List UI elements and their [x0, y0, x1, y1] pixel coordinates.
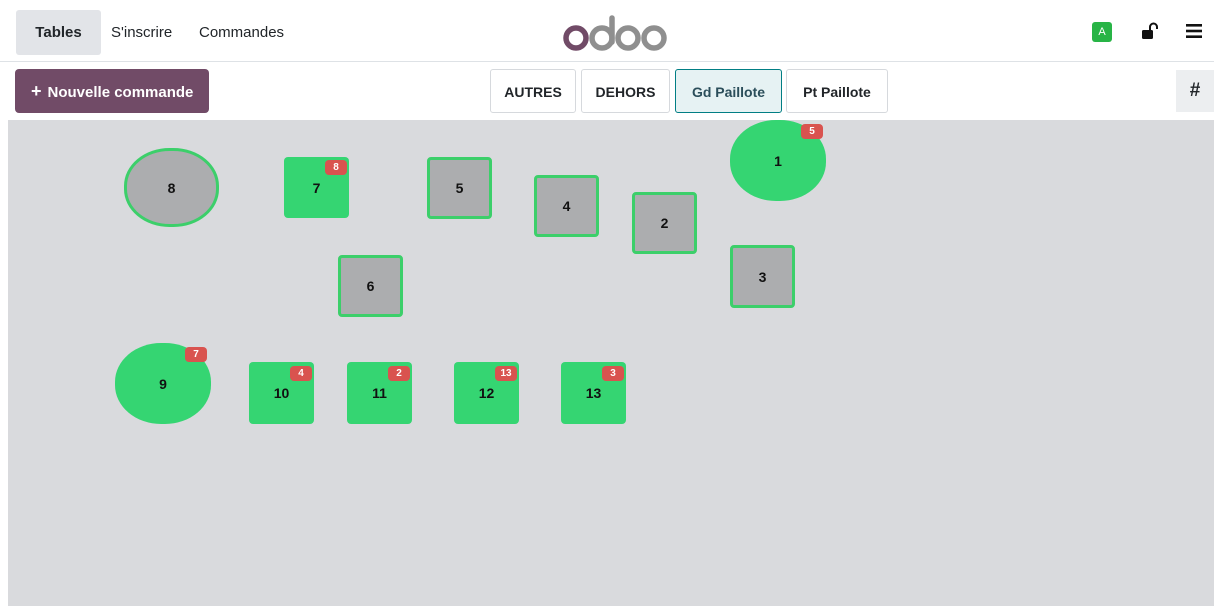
hamburger-icon[interactable] [1186, 24, 1202, 38]
table-number: 11 [372, 385, 387, 401]
table-7[interactable]: 7 8 [284, 157, 349, 218]
table-13[interactable]: 13 3 [561, 362, 626, 424]
table-number: 2 [660, 215, 669, 231]
floor-plan: 8 7 8 5 4 2 1 5 6 3 9 7 10 4 11 2 12 13 … [8, 120, 1214, 606]
plus-icon: + [31, 81, 42, 101]
order-count-badge: 7 [185, 347, 207, 362]
table-number: 13 [585, 385, 602, 401]
table-number: 4 [562, 198, 571, 214]
floor-tab-autres[interactable]: AUTRES [490, 69, 576, 113]
new-order-button[interactable]: + Nouvelle commande [15, 69, 209, 113]
user-avatar[interactable]: A [1092, 22, 1112, 42]
tab-register[interactable]: S'inscrire [101, 10, 182, 55]
order-count-badge: 3 [602, 366, 624, 381]
table-number: 7 [312, 179, 321, 196]
table-4[interactable]: 4 [534, 175, 599, 237]
table-number-button[interactable]: # [1176, 70, 1214, 112]
order-count-badge: 2 [388, 366, 410, 381]
table-3[interactable]: 3 [730, 245, 795, 308]
table-5[interactable]: 5 [427, 157, 492, 219]
table-number: 1 [774, 152, 782, 169]
floor-tab-dehors[interactable]: DEHORS [581, 69, 670, 113]
table-12[interactable]: 12 13 [454, 362, 519, 424]
table-number: 9 [159, 375, 167, 392]
tab-orders[interactable]: Commandes [189, 10, 294, 55]
unlock-icon[interactable] [1141, 22, 1159, 40]
table-number: 8 [167, 179, 176, 196]
floor-tab-gd-paillote[interactable]: Gd Paillote [675, 69, 782, 113]
tab-tables[interactable]: Tables [16, 10, 101, 55]
table-1[interactable]: 1 5 [730, 120, 826, 201]
top-navbar: Tables S'inscrire Commandes A [0, 0, 1214, 62]
order-count-badge: 13 [495, 366, 517, 381]
new-order-label: Nouvelle commande [47, 84, 194, 101]
table-8[interactable]: 8 [124, 148, 219, 227]
odoo-logo [563, 15, 667, 51]
table-number: 5 [455, 180, 464, 196]
order-count-badge: 5 [801, 124, 823, 139]
floor-tab-pt-paillote[interactable]: Pt Paillote [786, 69, 888, 113]
table-number: 12 [478, 385, 495, 401]
table-2[interactable]: 2 [632, 192, 697, 254]
table-11[interactable]: 11 2 [347, 362, 412, 424]
toolbar: + Nouvelle commande AUTRES DEHORS Gd Pail… [0, 62, 1214, 120]
table-number: 3 [758, 268, 767, 285]
table-number: 6 [366, 278, 375, 294]
table-10[interactable]: 10 4 [249, 362, 314, 424]
table-6[interactable]: 6 [338, 255, 403, 317]
table-9[interactable]: 9 7 [115, 343, 211, 424]
table-number: 10 [273, 385, 290, 401]
order-count-badge: 8 [325, 160, 347, 175]
order-count-badge: 4 [290, 366, 312, 381]
